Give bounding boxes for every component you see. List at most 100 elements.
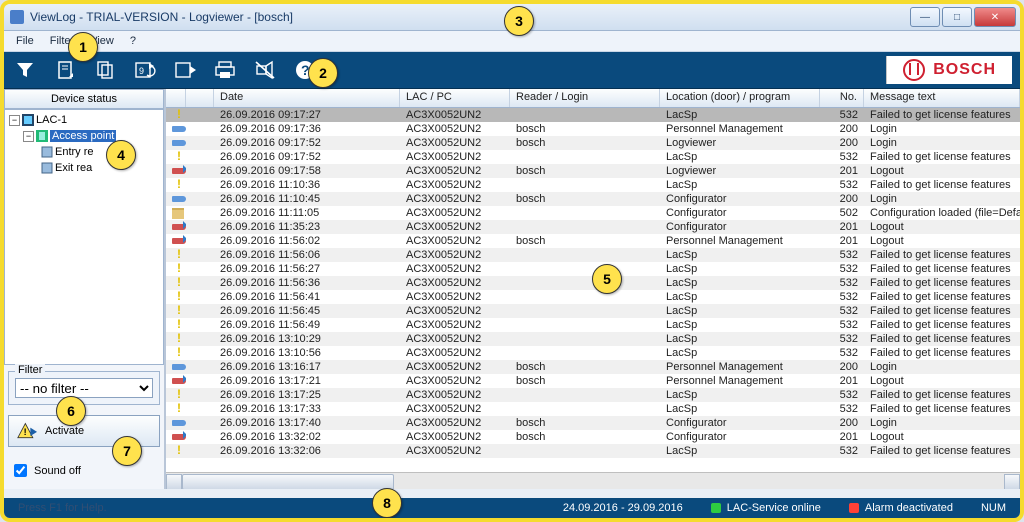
col-location[interactable]: Location (door) / program [660,89,820,107]
row-spacer [186,206,214,220]
alarm-off-icon[interactable] [252,57,278,83]
row-location: LacSp [660,318,820,332]
copy-icon[interactable] [92,57,118,83]
warning-play-icon: ! [17,422,37,440]
menu-help[interactable]: ? [124,33,142,49]
row-event-icon [166,234,186,248]
row-event-icon [166,374,186,388]
scroll-left-icon[interactable] [166,474,182,489]
table-row[interactable]: !26.09.2016 09:17:27AC3X0052UN2LacSp532F… [166,108,1020,122]
row-location: LacSp [660,248,820,262]
collapse-icon[interactable]: − [23,131,34,142]
table-row[interactable]: !26.09.2016 13:17:25AC3X0052UN2LacSp532F… [166,388,1020,402]
report-icon[interactable] [52,57,78,83]
table-row[interactable]: !26.09.2016 11:10:36AC3X0052UN2LacSp532F… [166,178,1020,192]
row-message: Failed to get license features [864,248,1020,262]
print-icon[interactable] [212,57,238,83]
table-row[interactable]: 26.09.2016 11:35:23AC3X0052UN2Configurat… [166,220,1020,234]
col-message[interactable]: Message text [864,89,1020,107]
col-lac[interactable]: LAC / PC [400,89,510,107]
row-message: Failed to get license features [864,178,1020,192]
table-row[interactable]: !26.09.2016 11:56:06AC3X0052UN2LacSp532F… [166,248,1020,262]
tree-child-label: Exit rea [55,162,92,174]
row-event-icon: ! [166,178,186,192]
table-row[interactable]: !26.09.2016 09:17:52AC3X0052UN2LacSp532F… [166,150,1020,164]
table-row[interactable]: 26.09.2016 11:10:45AC3X0052UN2boschConfi… [166,192,1020,206]
row-location: Personnel Management [660,234,820,248]
status-service: LAC-Service online [697,502,835,514]
row-location: LacSp [660,178,820,192]
row-location: LacSp [660,262,820,276]
row-spacer [186,332,214,346]
sound-off-input[interactable] [14,464,27,477]
scroll-right-icon[interactable] [1004,474,1020,489]
bosch-icon [903,59,925,81]
table-row[interactable]: !26.09.2016 13:32:06AC3X0052UN2LacSp532F… [166,444,1020,458]
table-row[interactable]: !26.09.2016 13:10:29AC3X0052UN2LacSp532F… [166,332,1020,346]
row-reader [510,276,660,290]
row-no: 532 [820,346,864,360]
filter-select[interactable]: -- no filter -- [15,378,153,398]
table-row[interactable]: !26.09.2016 13:10:56AC3X0052UN2LacSp532F… [166,346,1020,360]
table-row[interactable]: 26.09.2016 13:32:02AC3X0052UN2boschConfi… [166,430,1020,444]
table-row[interactable]: 26.09.2016 09:17:58AC3X0052UN2boschLogvi… [166,164,1020,178]
filter-group: Filter -- no filter -- [8,371,160,405]
tree-item[interactable]: Exit rea [5,160,163,176]
row-event-icon: ! [166,150,186,164]
row-message: Login [864,136,1020,150]
row-no: 532 [820,402,864,416]
row-spacer [186,276,214,290]
minimize-button[interactable]: — [910,7,940,27]
col-reader[interactable]: Reader / Login [510,89,660,107]
row-no: 200 [820,360,864,374]
row-message: Logout [864,220,1020,234]
row-event-icon [166,136,186,150]
maximize-button[interactable]: □ [942,7,972,27]
table-row[interactable]: 26.09.2016 13:16:17AC3X0052UN2boschPerso… [166,360,1020,374]
row-lac: AC3X0052UN2 [400,318,510,332]
table-row[interactable]: 26.09.2016 13:17:40AC3X0052UN2boschConfi… [166,416,1020,430]
col-no[interactable]: No. [820,89,864,107]
row-lac: AC3X0052UN2 [400,220,510,234]
row-date: 26.09.2016 11:56:27 [214,262,400,276]
table-row[interactable]: 26.09.2016 11:56:02AC3X0052UN2boschPerso… [166,234,1020,248]
row-spacer [186,430,214,444]
row-no: 532 [820,444,864,458]
table-row[interactable]: !26.09.2016 11:56:41AC3X0052UN2LacSp532F… [166,290,1020,304]
calendar-refresh-icon[interactable]: 9 [132,57,158,83]
row-date: 26.09.2016 13:10:29 [214,332,400,346]
table-row[interactable]: 26.09.2016 09:17:52AC3X0052UN2boschLogvi… [166,136,1020,150]
calendar-range-icon[interactable] [172,57,198,83]
device-tree[interactable]: − LAC-1 − Access point Entry re Exit rea [4,109,164,365]
row-event-icon: ! [166,332,186,346]
row-date: 26.09.2016 13:32:06 [214,444,400,458]
tree-item[interactable]: − Access point [5,128,163,144]
row-message: Logout [864,234,1020,248]
row-lac: AC3X0052UN2 [400,416,510,430]
table-row[interactable]: !26.09.2016 13:17:33AC3X0052UN2LacSp532F… [166,402,1020,416]
scroll-thumb[interactable] [182,474,394,489]
table-row[interactable]: !26.09.2016 11:56:49AC3X0052UN2LacSp532F… [166,318,1020,332]
row-location: Personnel Management [660,360,820,374]
grid-header[interactable]: Date LAC / PC Reader / Login Location (d… [166,89,1020,108]
tree-root[interactable]: − LAC-1 [5,112,163,128]
filter-icon[interactable] [12,57,38,83]
menu-file[interactable]: File [10,33,40,49]
close-button[interactable]: ✕ [974,7,1016,27]
table-row[interactable]: 26.09.2016 09:17:36AC3X0052UN2boschPerso… [166,122,1020,136]
col-date[interactable]: Date [214,89,400,107]
grid-body[interactable]: !26.09.2016 09:17:27AC3X0052UN2LacSp532F… [166,108,1020,472]
table-row[interactable]: 26.09.2016 11:11:05AC3X0052UN2Configurat… [166,206,1020,220]
table-row[interactable]: 26.09.2016 13:17:21AC3X0052UN2boschPerso… [166,374,1020,388]
sound-off-checkbox[interactable]: Sound off [10,461,158,480]
tree-item[interactable]: Entry re [5,144,163,160]
row-event-icon: ! [166,444,186,458]
row-spacer [186,416,214,430]
table-row[interactable]: !26.09.2016 11:56:45AC3X0052UN2LacSp532F… [166,304,1020,318]
callout-8: 8 [372,488,402,518]
row-location: LacSp [660,150,820,164]
collapse-icon[interactable]: − [9,115,20,126]
horizontal-scrollbar[interactable] [166,472,1020,489]
row-date: 26.09.2016 13:17:21 [214,374,400,388]
row-reader: bosch [510,192,660,206]
